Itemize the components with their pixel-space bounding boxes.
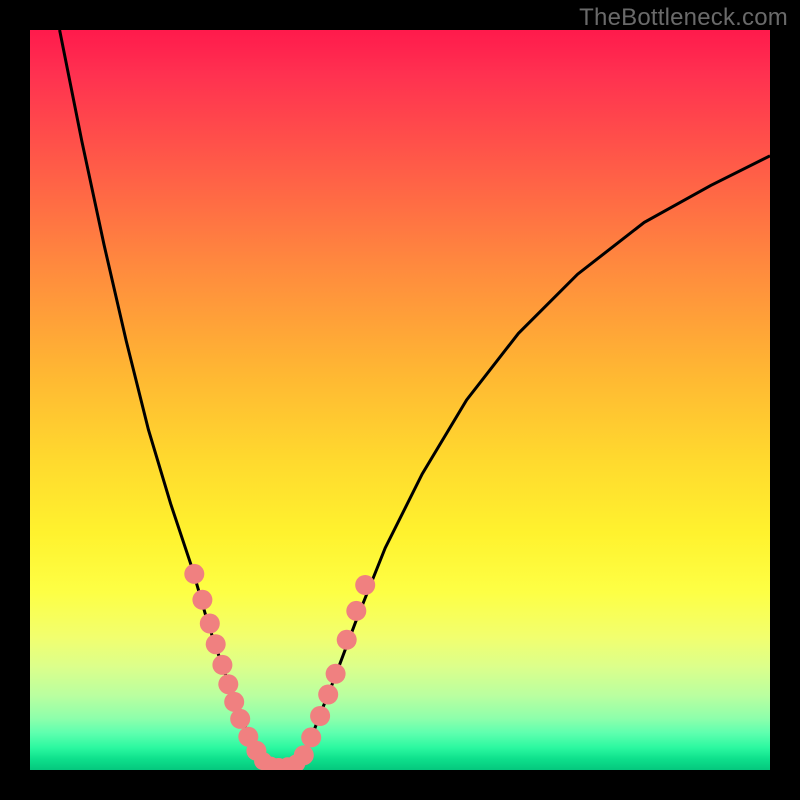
scatter-dot [310, 706, 330, 726]
scatter-dot [200, 614, 220, 634]
curve-left-path [60, 30, 267, 766]
curve-right [296, 156, 770, 767]
chart-svg [30, 30, 770, 770]
scatter-dot [224, 692, 244, 712]
scatter-dot [184, 564, 204, 584]
chart-frame: TheBottleneck.com [0, 0, 800, 800]
watermark-text: TheBottleneck.com [579, 4, 788, 32]
plot-area [30, 30, 770, 770]
scatter-dot [218, 674, 238, 694]
scatter-dots [184, 564, 375, 770]
scatter-dot [326, 664, 346, 684]
scatter-dot [301, 727, 321, 747]
scatter-dot [318, 685, 338, 705]
scatter-dot [212, 655, 232, 675]
scatter-dot [230, 709, 250, 729]
scatter-dot [337, 630, 357, 650]
curve-right-path [296, 156, 770, 767]
scatter-dot [346, 601, 366, 621]
scatter-dot [355, 575, 375, 595]
scatter-dot [192, 590, 212, 610]
scatter-dot [206, 634, 226, 654]
curve-left [60, 30, 267, 766]
